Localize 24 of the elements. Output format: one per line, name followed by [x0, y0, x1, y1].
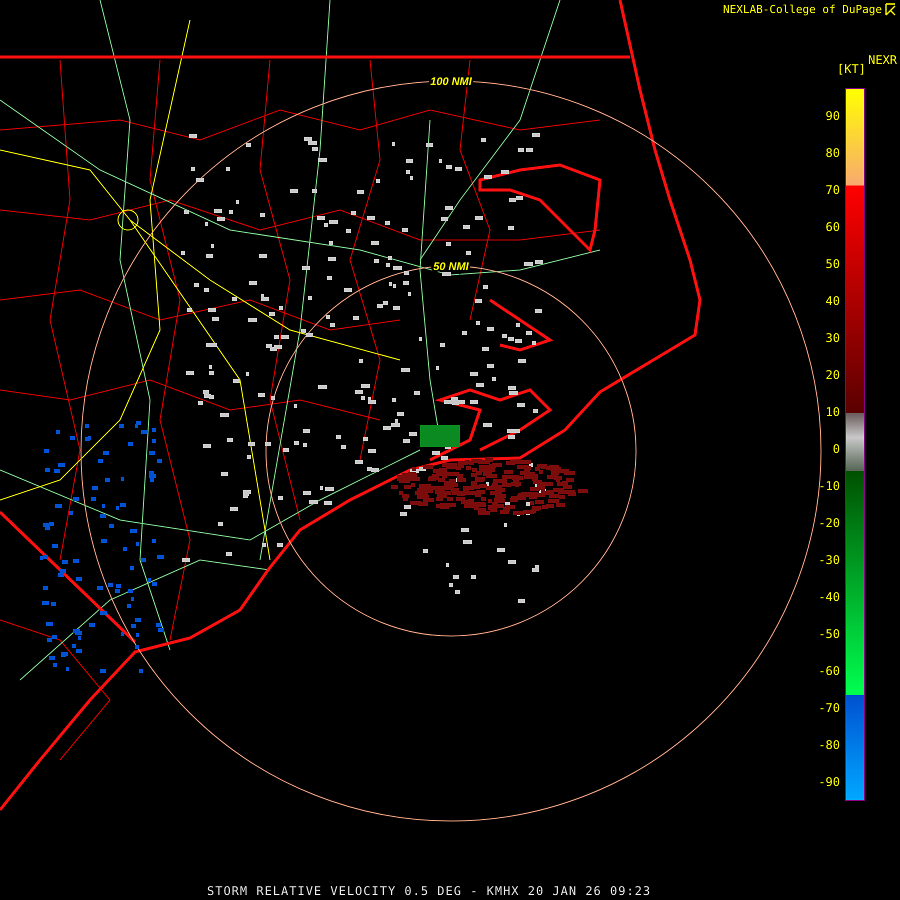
product-label: NEXR	[868, 53, 897, 67]
scale-tick-label: 60	[826, 219, 840, 236]
scale-tick-label: 10	[826, 404, 840, 421]
scale-tick-label: -60	[818, 663, 840, 680]
scale-tick-label: -20	[818, 515, 840, 532]
credit-text: NEXLAB-College of DuPage	[723, 3, 882, 16]
unit-label: [KT]	[837, 62, 866, 76]
scale-tick-label: -90	[818, 774, 840, 791]
scale-tick-label: 80	[826, 145, 840, 162]
scale-tick-label: -80	[818, 737, 840, 754]
scale-tick-label: 70	[826, 182, 840, 199]
scale-tick-label: 20	[826, 367, 840, 384]
scale-tick-label: 30	[826, 330, 840, 347]
scale-tick-label: -70	[818, 700, 840, 717]
scale-tick-label: -40	[818, 589, 840, 606]
scale-tick-label: 40	[826, 293, 840, 310]
scale-tick-label: -50	[818, 626, 840, 643]
scale-tick-label: 90	[826, 108, 840, 125]
scale-tick-label: 50	[826, 256, 840, 273]
product-title: STORM RELATIVE VELOCITY 0.5 DEG - KMHX 20 JAN 26 09:23	[207, 884, 652, 898]
scale-tick-label: -10	[818, 478, 840, 495]
logo-icon	[885, 3, 896, 16]
scale-tick-label: -30	[818, 552, 840, 569]
scale-tick-label: 0	[832, 441, 840, 458]
